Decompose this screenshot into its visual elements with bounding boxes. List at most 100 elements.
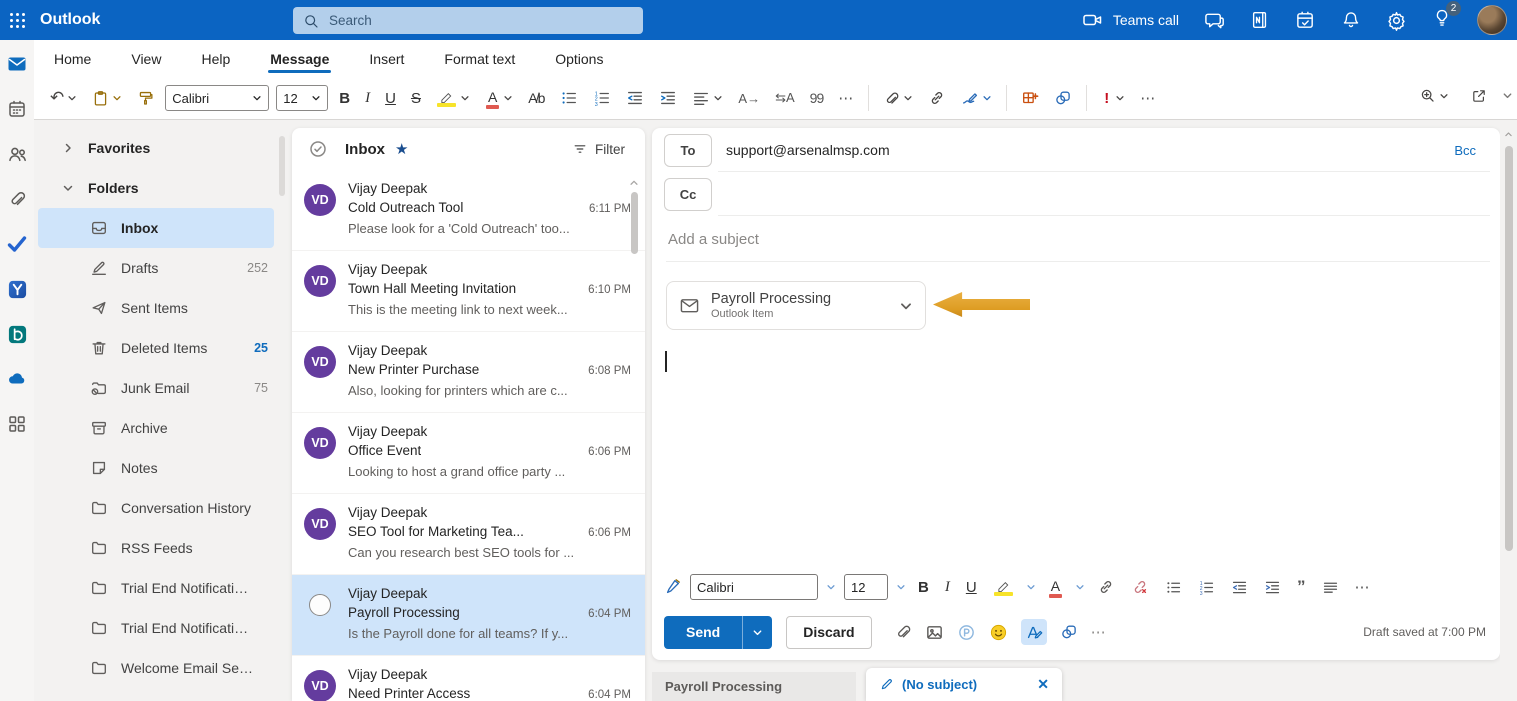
mail-item-selected[interactable]: Vijay Deepak Payroll Processing 6:04 PM I…	[292, 575, 645, 656]
send-button[interactable]: Send	[664, 615, 743, 649]
folder-conversation-history[interactable]: Conversation History	[34, 488, 286, 528]
scrollbar-thumb[interactable]	[1505, 146, 1513, 551]
discard-button[interactable]: Discard	[786, 615, 872, 649]
send-options-chevron[interactable]	[742, 615, 773, 649]
mail-item[interactable]: VD Vijay Deepak Need Printer Access 6:04 …	[292, 656, 645, 701]
app-launcher-icon[interactable]	[0, 0, 34, 40]
scroll-chevron-icon[interactable]	[1502, 90, 1513, 101]
mail-item[interactable]: VD Vijay Deepak New Printer Purchase 6:08…	[292, 332, 645, 413]
folder-deleted-items[interactable]: Deleted Items 25	[34, 328, 286, 368]
avatar[interactable]: VD	[304, 184, 336, 216]
chevron-down-icon[interactable]	[1026, 582, 1036, 592]
rail-viva-engage-icon[interactable]	[6, 278, 28, 300]
rail-calendar-icon[interactable]	[6, 98, 28, 120]
remove-link-button[interactable]	[1127, 575, 1153, 599]
avatar[interactable]: VD	[304, 265, 336, 297]
mail-item[interactable]: VD Vijay Deepak Office Event 6:06 PM Look…	[292, 413, 645, 494]
folder-inbox[interactable]: Inbox	[38, 208, 274, 248]
teams-call-icon[interactable]	[1082, 9, 1104, 31]
message-body[interactable]	[664, 346, 1484, 561]
italic-button[interactable]: I	[941, 576, 954, 599]
more-formatting-button[interactable]: ⋯	[834, 86, 858, 110]
bullet-list-button[interactable]	[1161, 576, 1186, 599]
folder-pane-scrollbar[interactable]	[279, 136, 285, 196]
attach-file-button[interactable]	[879, 87, 917, 110]
folder-notes[interactable]: Notes	[34, 448, 286, 488]
bold-button[interactable]: B	[914, 576, 933, 599]
bullet-list-button[interactable]	[556, 86, 582, 110]
teams-call-label[interactable]: Teams call	[1113, 12, 1179, 28]
chevron-down-icon[interactable]	[899, 299, 913, 313]
font-color-button[interactable]: A	[1044, 574, 1067, 601]
insert-link-button[interactable]	[924, 86, 950, 110]
blockquote-button[interactable]: ”	[1293, 574, 1310, 600]
rail-onedrive-icon[interactable]	[6, 368, 28, 390]
bcc-button[interactable]: Bcc	[1454, 143, 1476, 158]
tab-view[interactable]: View	[129, 44, 163, 74]
increase-indent-button[interactable]	[655, 86, 681, 110]
to-button[interactable]: To	[664, 133, 712, 167]
avatar[interactable]: VD	[304, 670, 336, 701]
mail-item[interactable]: VD Vijay Deepak SEO Tool for Marketing T…	[292, 494, 645, 575]
insert-image-icon[interactable]	[925, 623, 944, 642]
font-size-select[interactable]: 12	[276, 85, 329, 111]
rail-bookings-icon[interactable]	[6, 323, 28, 345]
scroll-up-icon[interactable]	[629, 178, 639, 188]
mail-item[interactable]: VD Vijay Deepak Town Hall Meeting Invita…	[292, 251, 645, 332]
filter-button[interactable]: Filter	[572, 141, 625, 157]
to-recipient[interactable]: support@arsenalmsp.com	[726, 142, 890, 158]
undo-button[interactable]: ↶	[46, 85, 81, 111]
tab-insert[interactable]: Insert	[367, 44, 406, 74]
tab-format-text[interactable]: Format text	[442, 44, 517, 74]
decrease-indent-button[interactable]	[1227, 576, 1252, 599]
folder-sent-items[interactable]: Sent Items	[34, 288, 286, 328]
loop-component-icon[interactable]	[1060, 623, 1078, 641]
avatar[interactable]: VD	[304, 508, 336, 540]
numbered-list-button[interactable]: 123	[1194, 576, 1219, 599]
folder-junk-email[interactable]: Junk Email 75	[34, 368, 286, 408]
open-in-new-window-button[interactable]	[1467, 85, 1491, 107]
rail-todo-icon[interactable]	[6, 233, 28, 255]
font-color-button[interactable]: A	[481, 85, 517, 112]
tab-options[interactable]: Options	[553, 44, 605, 74]
zoom-button[interactable]	[1415, 84, 1453, 107]
align-button[interactable]	[1318, 576, 1343, 599]
rail-people-icon[interactable]	[6, 143, 28, 165]
blockquote-button[interactable]: 99	[806, 87, 828, 109]
folder-trial-end-notification-2[interactable]: Trial End Notification...	[34, 608, 286, 648]
folders-section[interactable]: Folders	[34, 168, 286, 208]
search-bar[interactable]	[293, 7, 643, 34]
right-to-left-button[interactable]: ⇆A	[771, 87, 799, 109]
left-to-right-button[interactable]: A→	[734, 88, 764, 109]
search-input[interactable]	[327, 12, 607, 29]
attached-outlook-item[interactable]: Payroll Processing Outlook Item	[666, 281, 926, 330]
reading-pane-tab[interactable]: Payroll Processing	[652, 672, 856, 701]
tab-message[interactable]: Message	[268, 44, 332, 74]
folder-archive[interactable]: Archive	[34, 408, 286, 448]
insert-link-button[interactable]	[1093, 575, 1119, 599]
cc-button[interactable]: Cc	[664, 177, 712, 211]
folder-rss-feeds[interactable]: RSS Feeds	[34, 528, 286, 568]
format-painter-icon[interactable]	[664, 578, 682, 596]
avatar[interactable]: VD	[304, 427, 336, 459]
font-name-select[interactable]: Calibri	[165, 85, 270, 111]
select-all-icon[interactable]	[308, 139, 328, 159]
compose-font-name-select[interactable]: Calibri	[690, 574, 818, 600]
folder-welcome-email-seq[interactable]: Welcome Email Seq...	[34, 648, 286, 688]
settings-gear-icon[interactable]	[1386, 10, 1407, 31]
close-tab-icon[interactable]: ✕	[1037, 676, 1049, 693]
rail-mail-icon[interactable]	[6, 53, 28, 75]
mail-item[interactable]: VD Vijay Deepak Cold Outreach Tool 6:11 P…	[292, 170, 645, 251]
selection-radio[interactable]	[309, 594, 331, 616]
italic-button[interactable]: I	[361, 87, 374, 110]
tab-help[interactable]: Help	[199, 44, 232, 74]
numbered-list-button[interactable]: 123	[589, 86, 615, 110]
chevron-down-icon[interactable]	[826, 582, 836, 592]
underline-button[interactable]: U	[381, 87, 400, 110]
list-scrollbar[interactable]	[631, 192, 638, 254]
highlight-button[interactable]	[989, 575, 1018, 599]
scroll-up-icon[interactable]	[1504, 130, 1513, 139]
more-actions-button[interactable]: ⋯	[1091, 623, 1107, 641]
clear-formatting-button[interactable]: A̸b	[524, 87, 549, 109]
avatar[interactable]: VD	[304, 346, 336, 378]
